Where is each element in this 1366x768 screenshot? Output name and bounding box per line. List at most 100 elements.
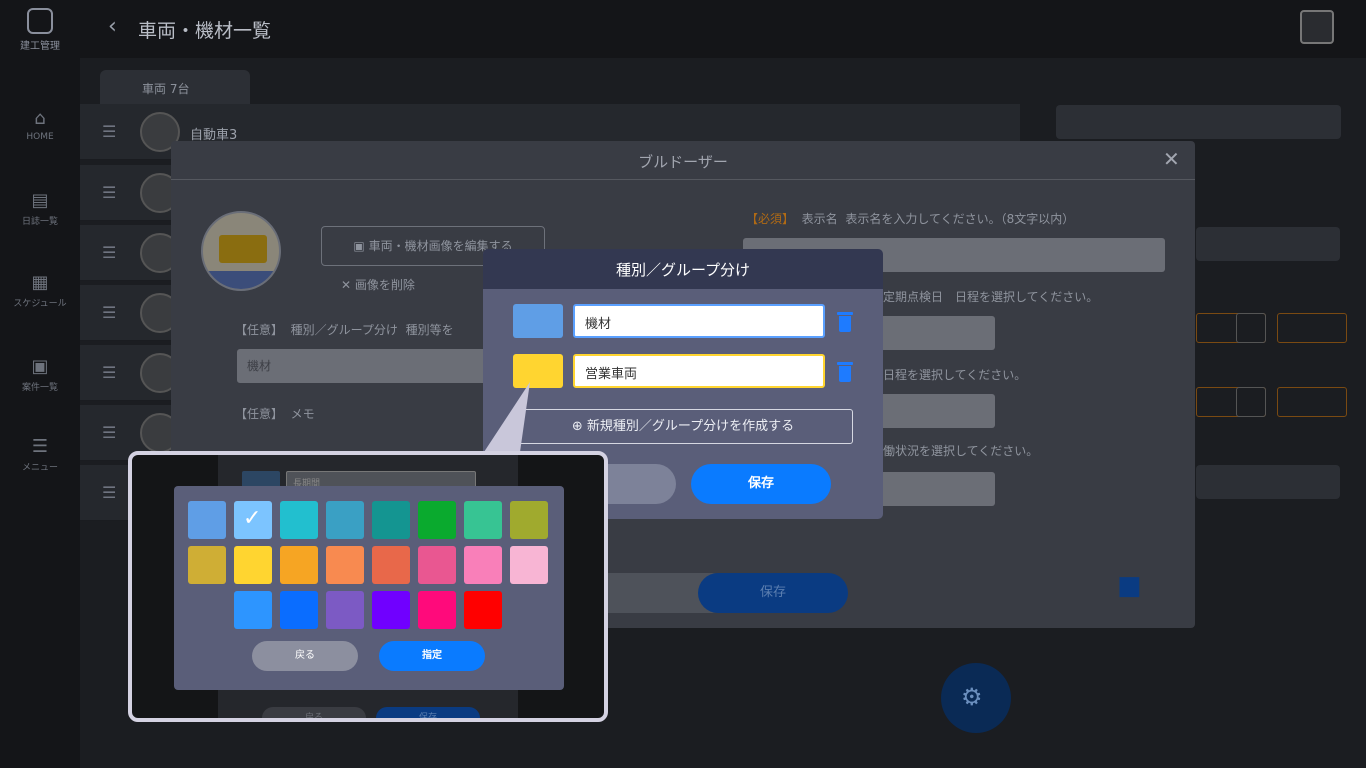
field-label: 種別／グループ分け bbox=[290, 323, 398, 337]
briefcase-icon: ▣ bbox=[31, 356, 49, 377]
sidebar-item-reports[interactable]: ▤ 日誌一覧 bbox=[0, 190, 80, 227]
color-picker-callout: 長期間 ✓ 戻る 指定 戻る 保存 bbox=[128, 451, 608, 722]
palette-color-swatch[interactable] bbox=[418, 546, 456, 584]
dialog-title: 種別／グループ分け bbox=[615, 261, 751, 279]
background-back-button: 戻る bbox=[262, 707, 366, 718]
chevron-left-icon[interactable]: ‹ bbox=[108, 14, 117, 39]
drag-handle-icon[interactable]: ☰ bbox=[102, 483, 116, 502]
divider bbox=[171, 179, 1195, 180]
close-icon: ✕ bbox=[341, 278, 355, 292]
home-icon: ⌂ bbox=[34, 108, 46, 129]
sidebar-item-label: メニュー bbox=[21, 463, 58, 473]
menu-icon: ☰ bbox=[31, 436, 49, 457]
field-hint: 種別等を bbox=[405, 323, 454, 337]
category-color-swatch[interactable] bbox=[513, 354, 563, 388]
category-label: 【任意】 種別／グループ分け 種別等を bbox=[235, 321, 454, 338]
trash-body bbox=[839, 366, 851, 382]
building-icon: ▦ bbox=[31, 272, 49, 293]
drag-handle-icon[interactable]: ☰ bbox=[102, 183, 116, 202]
sidebar-item-schedule[interactable]: ▦ スケジュール bbox=[0, 272, 80, 309]
required-tag: 【必須】 bbox=[746, 212, 795, 226]
filter-checkbox[interactable] bbox=[1236, 313, 1266, 343]
category-select[interactable]: 機材 bbox=[237, 349, 497, 383]
palette-color-swatch[interactable] bbox=[326, 591, 364, 629]
status-select[interactable] bbox=[1196, 465, 1340, 499]
dialog-title: ブルドーザー bbox=[638, 153, 728, 171]
trash-icon[interactable] bbox=[837, 312, 853, 332]
tab-vehicles-label: 車両 7台 bbox=[142, 82, 190, 96]
palette-color-swatch[interactable] bbox=[372, 591, 410, 629]
trash-body bbox=[839, 316, 851, 332]
inspection-label: 定期点検日 日程を選択してください。 bbox=[883, 290, 1099, 304]
palette-color-swatch[interactable] bbox=[280, 546, 318, 584]
save-button[interactable]: 保存 bbox=[698, 573, 848, 613]
schedule-label: 日程を選択してください。 bbox=[883, 368, 1027, 382]
filter-checkbox[interactable] bbox=[1236, 387, 1266, 417]
trash-icon[interactable] bbox=[837, 362, 853, 382]
schedule-date-input[interactable] bbox=[871, 394, 995, 428]
background-save-button: 保存 bbox=[376, 707, 480, 718]
filter-button[interactable] bbox=[1277, 313, 1347, 343]
sidebar-item-home[interactable]: ⌂ HOME bbox=[0, 108, 80, 142]
drag-handle-icon[interactable]: ☰ bbox=[102, 303, 116, 322]
drag-handle-icon[interactable]: ☰ bbox=[102, 423, 116, 442]
status-label: 働状況を選択してください。 bbox=[883, 444, 1039, 458]
delete-image-link[interactable]: ✕ 画像を削除 bbox=[341, 276, 415, 293]
palette-color-swatch[interactable] bbox=[280, 501, 318, 539]
vehicle-photo bbox=[201, 211, 281, 291]
app-logo[interactable]: 建工管理 bbox=[18, 8, 62, 52]
palette-color-swatch[interactable] bbox=[372, 501, 410, 539]
save-button[interactable]: 保存 bbox=[691, 464, 831, 504]
palette-apply-button[interactable]: 指定 bbox=[379, 641, 485, 671]
palette-color-swatch[interactable] bbox=[188, 546, 226, 584]
palette-color-swatch[interactable] bbox=[280, 591, 318, 629]
inspection-date-input[interactable] bbox=[871, 316, 995, 350]
sidebar-item-label: スケジュール bbox=[13, 299, 67, 309]
drag-handle-icon[interactable]: ☰ bbox=[102, 363, 116, 382]
new-category-label: 新規種別／グループ分けを作成する bbox=[586, 419, 795, 434]
palette-color-swatch[interactable] bbox=[234, 546, 272, 584]
logo-text: 建工管理 bbox=[20, 41, 60, 52]
avatar[interactable] bbox=[1300, 10, 1334, 44]
palette-color-swatch[interactable] bbox=[326, 546, 364, 584]
palette-color-swatch[interactable]: ✓ bbox=[234, 501, 272, 539]
photo-base bbox=[203, 271, 279, 289]
palette-color-swatch[interactable] bbox=[464, 501, 502, 539]
document-icon: ▤ bbox=[31, 190, 49, 211]
palette-color-swatch[interactable] bbox=[464, 591, 502, 629]
filter-select[interactable] bbox=[1196, 227, 1340, 261]
close-icon[interactable]: ✕ bbox=[1163, 147, 1180, 171]
search-input[interactable] bbox=[1056, 105, 1341, 139]
drag-handle-icon[interactable]: ☰ bbox=[102, 243, 116, 262]
optional-tag: 【任意】 bbox=[235, 407, 284, 421]
logo-icon bbox=[27, 8, 53, 34]
palette-color-swatch[interactable] bbox=[234, 591, 272, 629]
sidebar-item-projects[interactable]: ▣ 案件一覧 bbox=[0, 356, 80, 393]
category-color-swatch[interactable] bbox=[513, 304, 563, 338]
image-icon: ▣ bbox=[353, 239, 369, 253]
drag-handle-icon[interactable]: ☰ bbox=[102, 122, 116, 141]
category-name-input[interactable]: 営業車両 bbox=[573, 354, 825, 388]
palette-color-swatch[interactable] bbox=[464, 546, 502, 584]
plus-circle-icon: ⊕ bbox=[571, 419, 587, 434]
memo-label: 【任意】 メモ bbox=[235, 405, 315, 422]
filter-button[interactable] bbox=[1277, 387, 1347, 417]
vehicle-icon: ⚙ bbox=[961, 683, 983, 711]
palette-color-swatch[interactable] bbox=[418, 501, 456, 539]
field-label: メモ bbox=[290, 407, 315, 421]
trash-lid bbox=[837, 362, 853, 365]
new-category-button[interactable]: ⊕ 新規種別／グループ分けを作成する bbox=[513, 409, 853, 444]
palette-color-swatch[interactable] bbox=[510, 546, 548, 584]
color-palette: ✓ 戻る 指定 bbox=[174, 486, 564, 690]
palette-color-swatch[interactable] bbox=[418, 591, 456, 629]
palette-color-swatch[interactable] bbox=[510, 501, 548, 539]
palette-color-swatch[interactable] bbox=[326, 501, 364, 539]
status-select[interactable] bbox=[871, 472, 995, 506]
palette-color-swatch[interactable] bbox=[188, 501, 226, 539]
category-name-input[interactable]: 機材 bbox=[573, 304, 825, 338]
palette-color-swatch[interactable] bbox=[372, 546, 410, 584]
sidebar-item-menu[interactable]: ☰ メニュー bbox=[0, 436, 80, 473]
trash-icon[interactable]: ■ bbox=[1117, 571, 1142, 601]
top-bar: 建工管理 ‹ 車両・機材一覧 bbox=[0, 0, 1366, 58]
palette-back-button[interactable]: 戻る bbox=[252, 641, 358, 671]
